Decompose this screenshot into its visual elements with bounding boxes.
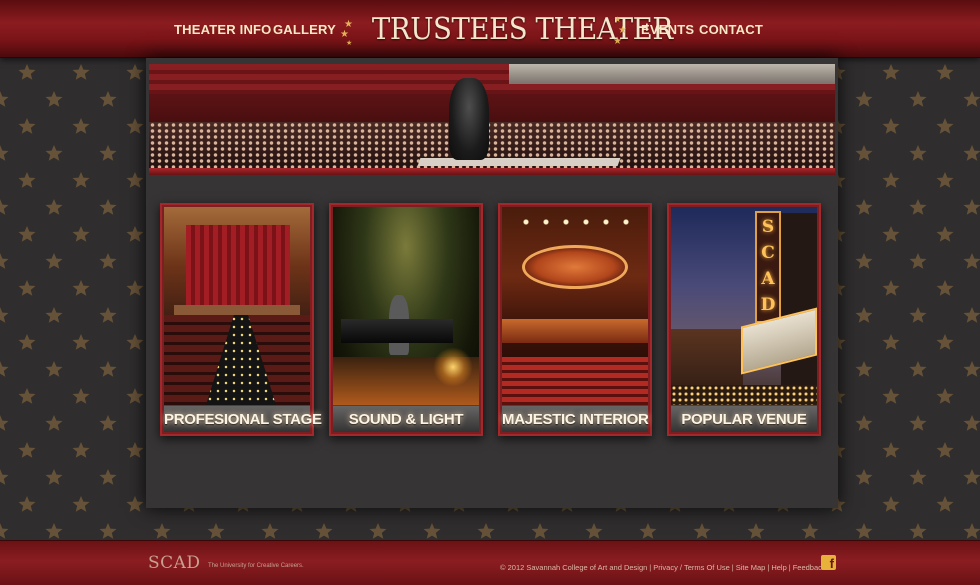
star-icon: ★ — [618, 25, 627, 36]
card-label: PROFESIONAL STAGE — [164, 405, 322, 432]
footer-tagline: The University for Creative Careers. — [208, 563, 304, 569]
nav-contact[interactable]: CONTACT — [699, 22, 763, 37]
hero-banner-image — [149, 64, 835, 168]
card-popular-venue[interactable]: S C A D POPULAR VENUE — [667, 203, 821, 436]
footer-link-help[interactable]: Help — [771, 563, 786, 572]
sound-light-photo — [333, 207, 479, 405]
nav-gallery[interactable]: GALLERY — [273, 22, 336, 37]
brand-title: TRUSTEES THEATER — [371, 12, 673, 47]
scad-marquee-sign: S C A D — [755, 211, 781, 323]
interior-photo — [502, 207, 648, 405]
card-label: POPULAR VENUE — [671, 405, 817, 432]
main-panel: PROFESIONAL STAGE SOUND & LIGHT MAJESTIC… — [146, 58, 838, 508]
nav-events[interactable]: EVENTS — [641, 22, 694, 37]
sign-letter: C — [761, 243, 775, 263]
site-header: THEATER INFO GALLERY ★ ★ ★ TRUSTEES THEA… — [0, 0, 980, 58]
stage-photo — [164, 207, 310, 405]
card-label: MAJESTIC INTERIOR — [502, 405, 649, 432]
facebook-icon[interactable]: f — [821, 555, 836, 571]
card-label: SOUND & LIGHT — [333, 405, 479, 432]
card-sound-light[interactable]: SOUND & LIGHT — [329, 203, 483, 436]
card-majestic-interior[interactable]: MAJESTIC INTERIOR — [498, 203, 652, 436]
star-icon: ★ — [346, 40, 353, 47]
hero-divider — [149, 168, 835, 175]
footer-link-sitemap[interactable]: Site Map — [736, 563, 766, 572]
sign-letter: A — [761, 269, 775, 289]
copyright-text: © 2012 Savannah College of Art and Desig… — [500, 563, 648, 572]
footer-links: © 2012 Savannah College of Art and Desig… — [500, 563, 826, 572]
nav-theater-info[interactable]: THEATER INFO — [174, 22, 272, 37]
scad-logo[interactable]: SCAD — [148, 553, 201, 573]
star-icon: ★ — [614, 15, 622, 24]
site-footer: SCAD The University for Creative Careers… — [0, 540, 980, 585]
venue-photo: S C A D — [671, 207, 817, 405]
card-professional-stage[interactable]: PROFESIONAL STAGE — [160, 203, 322, 436]
footer-link-privacy[interactable]: Privacy / Terms Of Use — [653, 563, 730, 572]
sign-letter: S — [761, 217, 775, 237]
site-logo[interactable]: ★ ★ ★ TRUSTEES THEATER ★ ★ ★ — [340, 8, 673, 50]
sign-letter: D — [760, 295, 776, 315]
star-icon: ★ — [613, 36, 622, 47]
